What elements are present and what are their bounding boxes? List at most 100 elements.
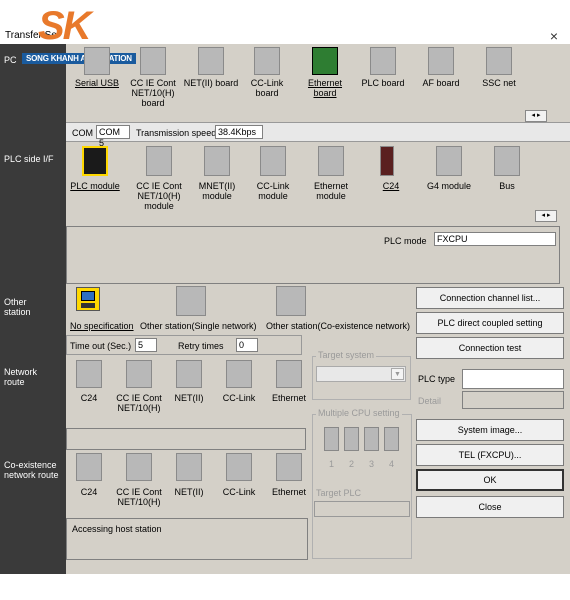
label-pc-side: PC [4, 55, 17, 65]
pc-row-ethernet-board-icon[interactable] [312, 47, 338, 75]
plc-scroll-arrows[interactable]: ◂ ▸ [535, 210, 557, 222]
pc-row-net-ii-board-label[interactable]: NET(II) board [183, 78, 239, 88]
net-row-ethernet-label[interactable]: Ethernet [262, 393, 316, 403]
coex-row-cc-link-label[interactable]: CC-Link [212, 487, 266, 497]
plc-row-plc-module-icon[interactable] [82, 146, 108, 176]
net-row-c24-label[interactable]: C24 [62, 393, 116, 403]
timeout-field[interactable]: 5 [135, 338, 157, 352]
label-coexistence: Co-existence network route [4, 460, 59, 480]
pc-row-cc-link-board-icon[interactable] [254, 47, 280, 75]
plc-row-cc-ie-cont-net-10-h-module-icon[interactable] [146, 146, 172, 176]
pc-row-plc-board-icon[interactable] [370, 47, 396, 75]
com-label: COM [72, 128, 93, 138]
timeout-label: Time out (Sec.) [70, 341, 132, 351]
cpu2-button [344, 427, 359, 451]
ok-button[interactable]: OK [416, 469, 564, 491]
other-coexist-option[interactable]: Other station(Co-existence network) [266, 321, 410, 331]
pc-scroll-arrows[interactable]: ◂ ▸ [525, 110, 547, 122]
plc-row-cc-link-module-icon[interactable] [260, 146, 286, 176]
net-row-cc-ie-cont-net-10-h-label[interactable]: CC IE Cont NET/10(H) [112, 393, 166, 413]
detail-field [462, 391, 564, 409]
no-specification-option[interactable]: No specification [70, 321, 134, 331]
coexist-info-box [66, 428, 306, 450]
coex-row-cc-ie-cont-net-10-h-label[interactable]: CC IE Cont NET/10(H) [112, 487, 166, 507]
cpu3-label: 3 [369, 459, 375, 469]
pc-row-af-board-label[interactable]: AF board [413, 78, 469, 88]
plc-row-g4-module-icon[interactable] [436, 146, 462, 176]
brand-logo: SK [38, 4, 92, 48]
coex-row-ethernet-label[interactable]: Ethernet [262, 487, 316, 497]
pc-row-ethernet-board-label[interactable]: Ethernet board [297, 78, 353, 98]
speed-field[interactable]: 38.4Kbps [215, 125, 263, 139]
cpu3-button [364, 427, 379, 451]
target-system-label: Target system [316, 350, 377, 360]
plc-row-plc-module-label[interactable]: PLC module [66, 181, 124, 191]
plc-row-c24-icon[interactable] [380, 146, 394, 176]
host-station-icon[interactable] [76, 287, 100, 311]
plc-row-g4-module-label[interactable]: G4 module [420, 181, 478, 191]
net-row-c24-icon[interactable] [76, 360, 102, 388]
chevron-down-icon: ▼ [391, 368, 404, 380]
plc-row-mnet-ii-module-label[interactable]: MNET(II) module [188, 181, 246, 201]
multi-cpu-label: Multiple CPU setting [316, 408, 402, 418]
pc-row-serial-usb-icon[interactable] [84, 47, 110, 75]
detail-label: Detail [418, 396, 442, 406]
plc-row-mnet-ii-module-icon[interactable] [204, 146, 230, 176]
net-row-net-ii-icon[interactable] [176, 360, 202, 388]
pc-row-cc-ie-cont-net-10-h-board-icon[interactable] [140, 47, 166, 75]
close-icon[interactable]: × [550, 28, 558, 44]
connection-channel-list-button[interactable]: Connection channel list... [416, 287, 564, 309]
coex-row-c24-icon[interactable] [76, 453, 102, 481]
target-system-select[interactable]: ▼ [316, 366, 406, 382]
plc-row-bus-label[interactable]: Bus [478, 181, 536, 191]
label-plc-side: PLC side I/F [4, 154, 54, 164]
net-row-ethernet-icon[interactable] [276, 360, 302, 388]
net-row-cc-link-label[interactable]: CC-Link [212, 393, 266, 403]
pc-row-cc-link-board-label[interactable]: CC-Link board [239, 78, 295, 98]
plc-row-ethernet-module-icon[interactable] [318, 146, 344, 176]
speed-label: Transmission speed [136, 128, 217, 138]
pc-row-ssc-net-label[interactable]: SSC net [471, 78, 527, 88]
net-row-cc-ie-cont-net-10-h-icon[interactable] [126, 360, 152, 388]
plc-row-ethernet-module-label[interactable]: Ethernet module [302, 181, 360, 201]
brand-tagline: SONG KHANH AUTOMATION [22, 53, 136, 64]
plc-type-field[interactable] [462, 369, 564, 389]
other-coexist-icon[interactable] [276, 286, 306, 316]
pc-row-ssc-net-icon[interactable] [486, 47, 512, 75]
plc-direct-coupled-button[interactable]: PLC direct coupled setting [416, 312, 564, 334]
coex-row-net-ii-label[interactable]: NET(II) [162, 487, 216, 497]
net-row-net-ii-label[interactable]: NET(II) [162, 393, 216, 403]
label-other-station: Other station [4, 297, 31, 317]
plc-row-cc-link-module-label[interactable]: CC-Link module [244, 181, 302, 201]
net-row-cc-link-icon[interactable] [226, 360, 252, 388]
pc-row-af-board-icon[interactable] [428, 47, 454, 75]
coex-row-cc-link-icon[interactable] [226, 453, 252, 481]
plc-type-label: PLC type [418, 374, 456, 384]
retry-label: Retry times [178, 341, 224, 351]
close-button[interactable]: Close [416, 496, 564, 518]
plc-row-bus-icon[interactable] [494, 146, 520, 176]
coex-row-net-ii-icon[interactable] [176, 453, 202, 481]
tel-fxcpu-button[interactable]: TEL (FXCPU)... [416, 444, 564, 466]
other-single-icon[interactable] [176, 286, 206, 316]
coex-row-ethernet-icon[interactable] [276, 453, 302, 481]
cpu1-label: 1 [329, 459, 335, 469]
cpu1-button [324, 427, 339, 451]
pc-row-plc-board-label[interactable]: PLC board [355, 78, 411, 88]
other-single-option[interactable]: Other station(Single network) [140, 321, 257, 331]
pc-row-net-ii-board-icon[interactable] [198, 47, 224, 75]
retry-field[interactable]: 0 [236, 338, 258, 352]
coex-row-c24-label[interactable]: C24 [62, 487, 116, 497]
label-network-route: Network route [4, 367, 38, 387]
com-port-field[interactable]: COM 5 [96, 125, 130, 148]
cpu4-label: 4 [389, 459, 395, 469]
plc-row-c24-label[interactable]: C24 [362, 181, 420, 191]
pc-row-serial-usb-label[interactable]: Serial USB [69, 78, 125, 88]
coex-row-cc-ie-cont-net-10-h-icon[interactable] [126, 453, 152, 481]
plc-mode-field: FXCPU [434, 232, 556, 246]
cpu4-button [384, 427, 399, 451]
pc-row-cc-ie-cont-net-10-h-board-label[interactable]: CC IE Cont NET/10(H) board [125, 78, 181, 108]
connection-test-button[interactable]: Connection test [416, 337, 564, 359]
system-image-button[interactable]: System image... [416, 419, 564, 441]
plc-row-cc-ie-cont-net-10-h-module-label[interactable]: CC IE Cont NET/10(H) module [130, 181, 188, 211]
